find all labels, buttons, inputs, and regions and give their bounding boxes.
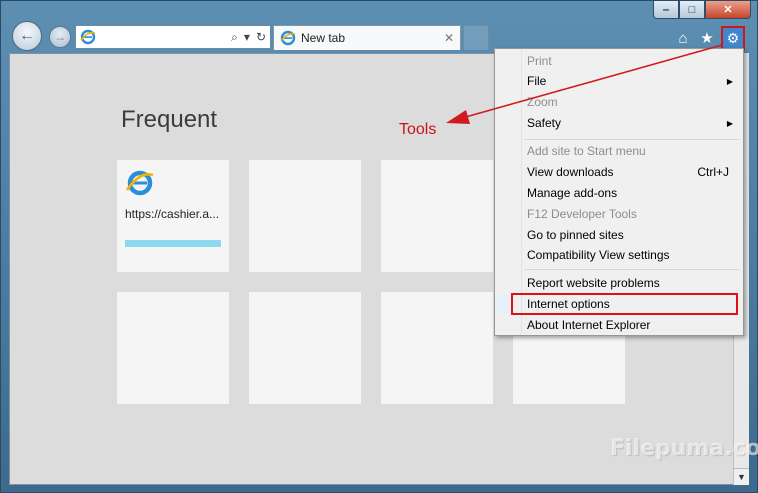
menu-separator [525,139,739,140]
menu-hover-highlight [497,294,509,314]
menu-item-label: F12 Developer Tools [527,207,637,221]
menu-item-label: View downloads [527,165,614,179]
menu-item-go-to-pinned-sites[interactable]: Go to pinned sites [527,225,729,245]
command-icons: ⌂ ★ ⚙ [673,26,745,50]
menu-item-label: Report website problems [527,276,660,290]
menu-item-shortcut: Ctrl+J [697,165,729,179]
tools-annotation-label: Tools [399,121,437,138]
frequent-tile[interactable]: https://cashier.a... [117,160,229,272]
window-caption-buttons: ‒ □ ✕ [653,1,751,19]
close-button[interactable]: ✕ [705,1,751,19]
empty-tile[interactable] [249,292,361,404]
empty-tile[interactable] [249,160,361,272]
menu-item-zoom[interactable]: Zoom [527,92,729,112]
menu-item-view-downloads[interactable]: View downloads Ctrl+J [527,162,729,182]
ie-logo-icon [125,170,154,196]
menu-item-label: Manage add-ons [527,186,618,200]
menu-item-add-site-to-start[interactable]: Add site to Start menu [527,141,729,161]
favorites-star-icon[interactable]: ★ [697,28,717,48]
dropdown-icon[interactable]: ▾ [244,30,250,44]
new-tab-button[interactable] [463,25,489,50]
submenu-arrow-icon: ▶ [726,118,733,128]
search-icon[interactable]: ⌕ [231,30,238,45]
back-button[interactable]: ← [12,21,42,51]
menu-item-label: File [527,74,547,88]
menu-item-f12-developer-tools[interactable]: F12 Developer Tools [527,204,729,224]
menu-item-compatibility-view-settings[interactable]: Compatibility View settings [527,245,729,265]
tools-gear-icon[interactable]: ⚙ [721,26,745,50]
menu-item-file[interactable]: File ▶ [527,71,733,91]
home-icon[interactable]: ⌂ [673,28,693,48]
arrow-right-icon: → [54,30,66,44]
menu-item-label: Compatibility View settings [527,248,670,262]
address-bar[interactable]: ⌕ ▾ ↻ [75,25,271,49]
menu-item-report-website-problems[interactable]: Report website problems [527,273,729,293]
menu-item-label: Go to pinned sites [527,228,624,242]
menu-item-manage-add-ons[interactable]: Manage add-ons [527,183,729,203]
arrow-left-icon: ← [19,27,35,44]
ie-logo-icon [280,30,296,46]
tab-new-tab[interactable]: New tab ✕ [273,25,461,50]
scroll-down-arrow-icon[interactable]: ▼ [734,468,749,485]
menu-item-label: About Internet Explorer [527,318,651,332]
menu-item-label: Zoom [527,95,558,109]
tile-url: https://cashier.a... [125,207,220,221]
tile-visit-bar [125,240,221,247]
tab-close-icon[interactable]: ✕ [444,31,454,45]
submenu-arrow-icon: ▶ [726,76,733,86]
forward-button[interactable]: → [49,26,71,48]
refresh-icon[interactable]: ↻ [256,30,266,44]
ie-logo-icon [80,29,96,45]
menu-item-label: Safety [527,116,562,130]
menu-item-label: Print [527,54,552,68]
tab-label: New tab [301,31,346,45]
menu-item-about-internet-explorer[interactable]: About Internet Explorer [527,315,729,335]
maximize-button[interactable]: □ [679,1,705,19]
tile-visit-bar-fill [125,240,221,247]
empty-tile[interactable] [381,292,493,404]
watermark: Filepuma.com [610,436,758,461]
frequent-heading: Frequent [121,106,218,133]
menu-separator [525,269,739,270]
minimize-button[interactable]: ‒ [653,1,679,19]
menu-item-print[interactable]: Print [527,51,729,71]
internet-options-highlight-box [511,293,738,315]
empty-tile[interactable] [381,160,493,272]
menu-item-safety[interactable]: Safety ▶ [527,113,733,133]
menu-item-label: Add site to Start menu [527,144,646,158]
empty-tile[interactable] [117,292,229,404]
